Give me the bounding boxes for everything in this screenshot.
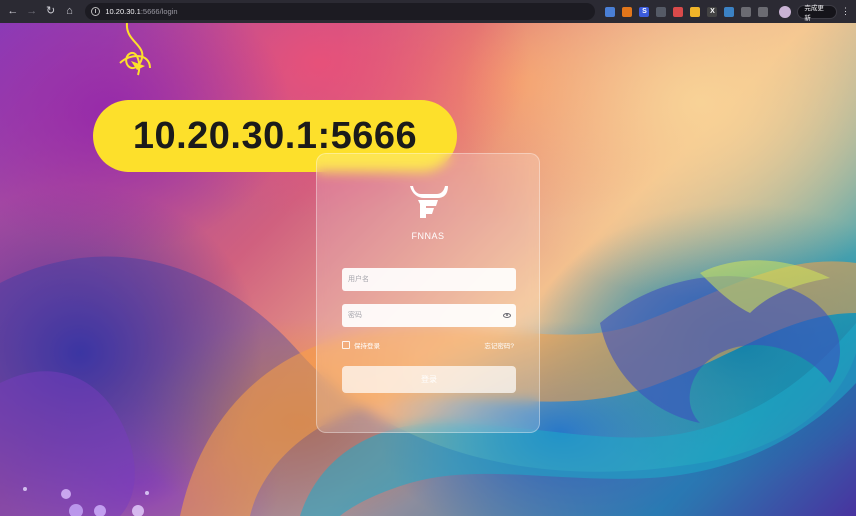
folder-icon[interactable] <box>690 6 701 17</box>
profile-avatar[interactable] <box>779 5 792 18</box>
remember-checkbox[interactable] <box>342 341 350 349</box>
forward-icon[interactable]: → <box>25 5 39 19</box>
url-host: 10.20.30.1 <box>105 7 141 16</box>
metamask-icon[interactable] <box>622 6 633 17</box>
login-button[interactable]: 登录 <box>342 366 516 393</box>
qr-icon[interactable] <box>656 6 667 17</box>
show-password-icon[interactable] <box>503 313 511 318</box>
login-page-background: 10.20.30.1:5666 FNNAS 保持登录 忘记密码? 登录 <box>0 23 856 516</box>
remember-login-option[interactable]: 保持登录 <box>342 340 380 350</box>
site-info-icon[interactable] <box>91 7 101 16</box>
s-extension-icon[interactable]: S <box>639 6 650 17</box>
forgot-password-link[interactable]: 忘记密码? <box>484 340 514 350</box>
browser-toolbar: ← → ↻ ⌂ 10.20.30.1:5666/login SX 完成更新 ⋮ <box>0 0 856 23</box>
x-extension-icon[interactable]: X <box>707 6 718 17</box>
update-button[interactable]: 完成更新 <box>797 4 838 22</box>
brand-name: FNNAS <box>411 231 445 241</box>
username-input[interactable] <box>342 268 516 291</box>
address-bar[interactable]: 10.20.30.1:5666/login <box>85 3 596 20</box>
back-icon[interactable]: ← <box>6 5 20 19</box>
browser-menu-icon[interactable]: ⋮ <box>841 6 850 17</box>
translate-icon[interactable] <box>605 6 616 17</box>
home-icon[interactable]: ⌂ <box>63 5 77 19</box>
remember-label: 保持登录 <box>354 343 380 350</box>
shield-extension-icon[interactable] <box>741 6 752 17</box>
puzzle-icon[interactable] <box>758 6 769 17</box>
url-path: :5666/login <box>140 7 178 16</box>
colors-icon[interactable] <box>673 6 684 17</box>
reload-icon[interactable]: ↻ <box>44 5 58 19</box>
fnnas-logo-icon <box>410 186 448 218</box>
password-input[interactable] <box>342 304 516 327</box>
login-card: FNNAS 保持登录 忘记密码? 登录 <box>316 153 540 433</box>
doc-extension-icon[interactable] <box>724 6 735 17</box>
extension-tray: SX <box>605 6 775 17</box>
